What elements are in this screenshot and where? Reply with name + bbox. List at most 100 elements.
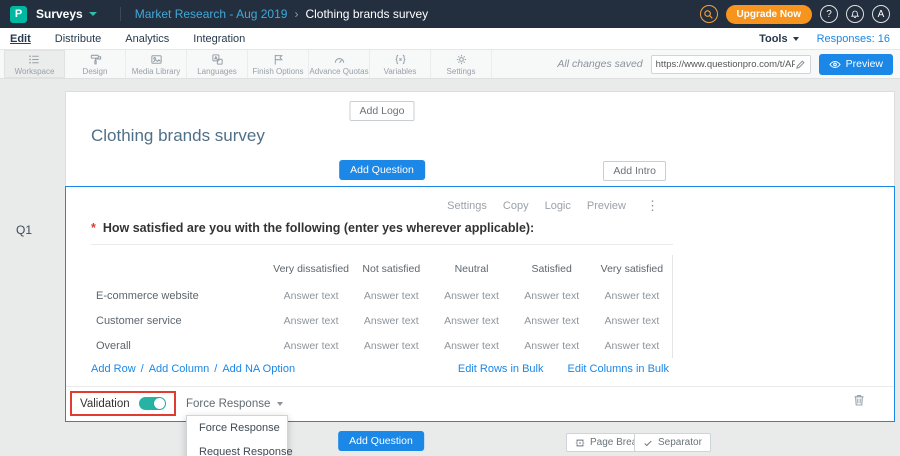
matrix-answer-cell[interactable]: Answer text [512, 333, 592, 358]
question-actions: Settings Copy Logic Preview ⋮ [447, 198, 659, 214]
toolbar-item-variables[interactable]: Variables [370, 50, 431, 78]
workspace-icon [28, 53, 41, 66]
edit-columns-in-bulk-link[interactable]: Edit Columns in Bulk [568, 363, 670, 375]
editor-toolbar: Workspace Design Media Library [0, 50, 900, 79]
separator-button[interactable]: Separator [634, 433, 711, 452]
question-text-row[interactable]: *How satisfied are you with the followin… [91, 221, 534, 235]
add-column-link[interactable]: Add Column [149, 363, 210, 375]
toolbar-item-label: Variables [384, 67, 417, 76]
validation-toggle[interactable] [139, 397, 166, 410]
help-button[interactable]: ? [820, 5, 838, 23]
breadcrumb-separator: › [294, 7, 298, 21]
breadcrumb-current: Clothing brands survey [305, 7, 428, 21]
toolbar-item-finish-options[interactable]: Finish Options [248, 50, 309, 78]
breadcrumb-parent[interactable]: Market Research - Aug 2019 [135, 7, 288, 21]
toolbar-item-label: Finish Options [252, 67, 303, 76]
matrix-answer-cell[interactable]: Answer text [351, 308, 431, 333]
toolbar-item-label: Languages [197, 67, 237, 76]
nav-right: Tools Responses: 16 [759, 33, 890, 45]
dropdown-option-force-response[interactable]: Force Response [187, 416, 287, 440]
matrix-answer-cell[interactable]: Answer text [512, 308, 592, 333]
surveys-menu-label: Surveys [36, 7, 83, 21]
matrix-answer-cell[interactable]: Answer text [431, 283, 511, 308]
tab-integration[interactable]: Integration [193, 33, 245, 45]
edit-rows-in-bulk-link[interactable]: Edit Rows in Bulk [458, 363, 544, 375]
upgrade-now-button[interactable]: Upgrade Now [726, 5, 812, 24]
topbar: P Surveys Market Research - Aug 2019 › C… [0, 0, 900, 28]
matrix-structure-links: Add Row / Add Column / Add NA Option [91, 363, 295, 375]
question-preview-link[interactable]: Preview [587, 200, 626, 212]
toolbar-item-media-library[interactable]: Media Library [126, 50, 187, 78]
matrix-answer-cell[interactable]: Answer text [431, 333, 511, 358]
tab-analytics[interactable]: Analytics [125, 33, 169, 45]
toolbar-right: All changes saved Preview [557, 50, 896, 78]
validation-type-dropdown[interactable]: Force Response [186, 398, 283, 410]
matrix-column-header[interactable]: Neutral [431, 255, 511, 283]
bulk-edit-links: Edit Rows in Bulk Edit Columns in Bulk [458, 363, 669, 375]
validation-label: Validation [80, 398, 130, 410]
question-logic-link[interactable]: Logic [545, 200, 571, 212]
delete-question-trash-icon[interactable] [852, 393, 866, 407]
toolbar-item-label: Workspace [15, 67, 55, 76]
questionpro-survey-editor: P Surveys Market Research - Aug 2019 › C… [0, 0, 900, 456]
tab-distribute[interactable]: Distribute [55, 33, 101, 45]
matrix-row-label[interactable]: Overall [91, 333, 271, 358]
autosave-status: All changes saved [557, 58, 642, 70]
notifications-bell-icon[interactable] [846, 5, 864, 23]
toolbar-item-design[interactable]: Design [65, 50, 126, 78]
matrix-column-header[interactable]: Not satisfied [351, 255, 431, 283]
toolbar-item-languages[interactable]: Languages [187, 50, 248, 78]
matrix-answer-cell[interactable]: Answer text [431, 308, 511, 333]
responses-count-link[interactable]: Responses: 16 [817, 33, 890, 45]
settings-icon [455, 53, 468, 66]
toolbar-item-advance-quotas[interactable]: Advance Quotas [309, 50, 370, 78]
user-avatar[interactable]: A [872, 5, 890, 23]
survey-title[interactable]: Clothing brands survey [91, 126, 265, 146]
surveys-menu[interactable]: Surveys [36, 7, 97, 21]
toolbar-item-settings[interactable]: Settings [431, 50, 492, 78]
toolbar-item-workspace[interactable]: Workspace [4, 50, 65, 78]
add-question-button-top[interactable]: Add Question [339, 160, 425, 180]
add-row-link[interactable]: Add Row [91, 363, 136, 375]
matrix-row-label[interactable]: E-commerce website [91, 283, 271, 308]
matrix-answer-cell[interactable]: Answer text [592, 333, 672, 358]
matrix-column-header[interactable]: Satisfied [512, 255, 592, 283]
search-icon[interactable] [700, 5, 718, 23]
matrix-answer-cell[interactable]: Answer text [512, 283, 592, 308]
separator-label: Separator [658, 437, 702, 448]
chevron-down-icon [89, 12, 97, 16]
toolbar-item-label: Media Library [132, 67, 180, 76]
matrix-answer-cell[interactable]: Answer text [592, 283, 672, 308]
add-na-option-link[interactable]: Add NA Option [222, 363, 295, 375]
add-intro-button[interactable]: Add Intro [603, 161, 666, 181]
matrix-answer-cell[interactable]: Answer text [351, 333, 431, 358]
question-copy-link[interactable]: Copy [503, 200, 529, 212]
matrix-answer-cell[interactable]: Answer text [351, 283, 431, 308]
tab-edit[interactable]: Edit [10, 33, 31, 45]
validation-dropdown-menu: Force Response Request Response [186, 415, 288, 456]
matrix-answer-cell[interactable]: Answer text [592, 308, 672, 333]
edit-url-pencil-icon[interactable] [795, 59, 806, 70]
matrix-answer-cell[interactable]: Answer text [271, 283, 351, 308]
preview-button[interactable]: Preview [819, 54, 893, 75]
breadcrumb: Market Research - Aug 2019 › Clothing br… [120, 7, 428, 21]
link-separator: / [214, 363, 217, 375]
add-question-button-bottom[interactable]: Add Question [338, 431, 424, 451]
link-separator: / [141, 363, 144, 375]
matrix-column-header[interactable]: Very dissatisfied [271, 255, 351, 283]
matrix-row-label[interactable]: Customer service [91, 308, 271, 333]
dropdown-option-request-response[interactable]: Request Response [187, 440, 287, 456]
required-marker: * [91, 221, 96, 235]
tools-menu[interactable]: Tools [759, 33, 799, 45]
matrix-answer-cell[interactable]: Answer text [271, 308, 351, 333]
questionpro-logo[interactable]: P [10, 6, 27, 23]
media-library-icon [150, 53, 163, 66]
toolbar-item-label: Advance Quotas [309, 67, 368, 76]
more-options-icon[interactable]: ⋮ [646, 198, 659, 214]
matrix-column-header[interactable]: Very satisfied [592, 255, 672, 283]
survey-url-input[interactable] [656, 59, 795, 70]
question-settings-link[interactable]: Settings [447, 200, 487, 212]
validation-highlight-annotation: Validation [70, 391, 176, 416]
add-logo-button[interactable]: Add Logo [350, 101, 415, 121]
matrix-answer-cell[interactable]: Answer text [271, 333, 351, 358]
